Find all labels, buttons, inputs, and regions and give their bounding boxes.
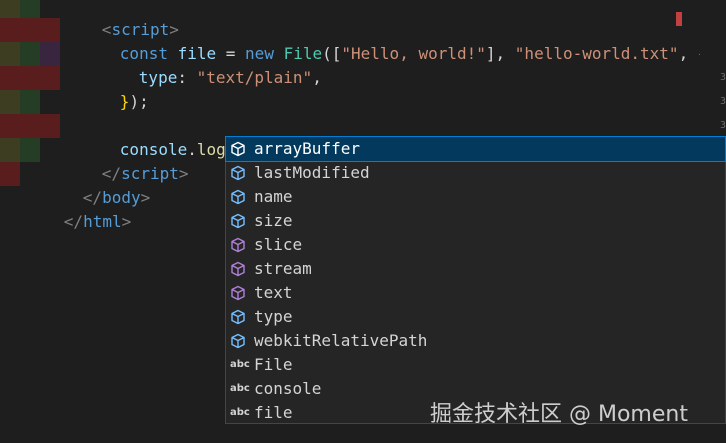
suggestion-label: size <box>254 211 293 230</box>
suggestion-label: stream <box>254 259 312 278</box>
tag-name: html <box>83 212 122 231</box>
property-cube-icon <box>231 189 245 205</box>
minimap-number: 3 <box>720 120 726 131</box>
property-cube-icon <box>231 309 245 325</box>
indent-guide <box>20 138 40 162</box>
indent-error-marker <box>0 114 60 138</box>
watermark: 掘金技术社区 @ Moment <box>430 402 688 427</box>
suggestion-item-type[interactable]: type <box>226 305 725 329</box>
suggestion-label: arrayBuffer <box>254 139 360 158</box>
code-line[interactable] <box>0 90 700 114</box>
suggestion-widget[interactable]: arrayBuffer lastModified name size slice… <box>225 136 726 424</box>
indent-guide <box>0 138 20 162</box>
code-line[interactable]: }); <box>0 66 700 111</box>
code-line[interactable]: <script> <box>0 0 700 39</box>
code-line[interactable]: type: "text/plain", <box>0 42 700 87</box>
property-cube-icon <box>231 165 245 181</box>
suggestion-label: text <box>254 283 293 302</box>
suggestion-label: File <box>254 355 293 374</box>
indent-guide <box>20 42 40 66</box>
suggestion-item-slice[interactable]: slice <box>226 233 725 257</box>
indent-guide <box>40 42 60 66</box>
indent-guide <box>0 90 20 114</box>
method-cube-icon <box>231 285 245 301</box>
suggestion-item-text[interactable]: text <box>226 281 725 305</box>
method-cube-icon <box>231 237 245 253</box>
suggestion-label: lastModified <box>254 163 370 182</box>
suggestion-label: webkitRelativePath <box>254 331 428 350</box>
code-line[interactable]: </html> <box>0 186 225 231</box>
suggestion-item-lastmodified[interactable]: lastModified <box>226 161 725 185</box>
suggestion-item-arraybuffer[interactable]: arrayBuffer <box>225 136 726 162</box>
suggestion-item-file-class[interactable]: abc File <box>226 353 725 377</box>
indent-error-marker <box>0 66 60 90</box>
suggestion-item-size[interactable]: size <box>226 209 725 233</box>
abc-icon: abc <box>230 359 250 370</box>
minimap-number: 3 <box>720 96 726 107</box>
indent-guide <box>20 0 40 18</box>
indent-guide <box>20 90 40 114</box>
indent-error-marker <box>0 162 20 186</box>
code-line[interactable]: </script> <box>0 138 225 183</box>
code-line[interactable]: console.log(file.); <box>0 114 700 160</box>
suggestion-label: name <box>254 187 293 206</box>
suggestion-label: slice <box>254 235 303 254</box>
suggestion-label: console <box>254 379 322 398</box>
suggestion-item-stream[interactable]: stream <box>226 257 725 281</box>
indent-guide <box>0 42 20 66</box>
abc-icon: abc <box>230 383 250 394</box>
suggestion-label: type <box>254 307 293 326</box>
indent-error-marker <box>0 18 60 42</box>
method-cube-icon <box>231 261 245 277</box>
property-cube-icon <box>231 213 245 229</box>
suggestion-item-name[interactable]: name <box>226 185 725 209</box>
suggestion-item-webkitrelativepath[interactable]: webkitRelativePath <box>226 329 725 353</box>
code-line[interactable]: const file = new File(["Hello, world!"],… <box>0 18 707 63</box>
error-scroll-marker[interactable] <box>676 12 682 26</box>
minimap-number: 3 <box>720 72 726 83</box>
tag-bracket: > <box>121 212 132 231</box>
tag-bracket: </ <box>63 212 84 231</box>
abc-icon: abc <box>230 407 250 418</box>
suggestion-label: file <box>254 403 293 422</box>
property-cube-icon <box>231 333 245 349</box>
property-cube-icon <box>231 141 245 157</box>
code-line[interactable]: </body> <box>0 162 225 207</box>
indent-guide <box>0 0 20 18</box>
